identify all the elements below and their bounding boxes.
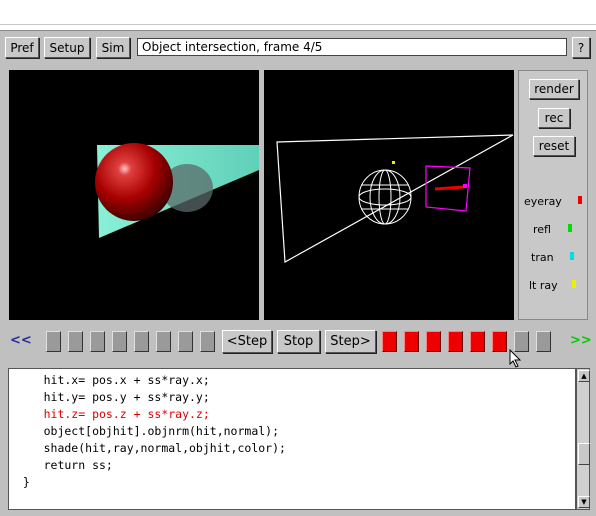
legend-label-refl: refl [533, 223, 551, 236]
eye-point [463, 184, 467, 188]
legend-swatch-lt-ray [572, 280, 576, 288]
rewind-icon[interactable]: << [10, 333, 32, 348]
rec-button[interactable]: rec [538, 108, 570, 128]
frame-marker[interactable] [90, 331, 105, 352]
legend-label-lt-ray: lt ray [529, 279, 558, 292]
code-line: hit.y= pos.y + ss*ray.y; [9, 390, 210, 404]
wireframe-sphere [358, 169, 412, 225]
rendered-scene [95, 143, 259, 238]
legend-swatch-tran [570, 252, 574, 260]
render-button[interactable]: render [529, 79, 579, 99]
frame-marker[interactable] [68, 331, 83, 352]
code-text: hit.x= pos.x + ss*ray.x; hit.y= pos.y + … [9, 372, 286, 491]
scroll-down-icon[interactable]: ▼ [578, 496, 590, 508]
frame-marker[interactable] [134, 331, 149, 352]
frame-marker[interactable] [200, 331, 215, 352]
code-line: return ss; [9, 458, 113, 472]
rendered-view[interactable] [9, 70, 259, 320]
frame-marker-active[interactable] [470, 331, 485, 352]
scroll-thumb[interactable] [578, 443, 590, 465]
frame-marker[interactable] [156, 331, 171, 352]
stop-button[interactable]: Stop [277, 330, 320, 353]
code-line: shade(hit,ray,normal,objhit,color); [9, 441, 286, 455]
red-sphere [95, 143, 173, 221]
frame-marker-active[interactable] [426, 331, 441, 352]
code-line: } [9, 475, 30, 489]
code-line: object[objhit].objnrm(hit,normal); [9, 424, 280, 438]
wireframe-scene [276, 134, 514, 263]
frame-marker-active[interactable] [382, 331, 397, 352]
legend-swatch-refl [568, 224, 572, 232]
frame-marker-active[interactable] [404, 331, 419, 352]
frame-marker[interactable] [536, 331, 551, 352]
frame-marker-active[interactable] [448, 331, 463, 352]
view-frustum [276, 134, 514, 263]
eye-ray [434, 185, 465, 191]
setup-button[interactable]: Setup [44, 37, 90, 58]
legend-label-tran: tran [531, 251, 554, 264]
legend-label-eyeray: eyeray [524, 195, 562, 208]
title-field: Object intersection, frame 4/5 [137, 38, 567, 56]
wireframe-view[interactable] [264, 70, 514, 320]
reset-button[interactable]: reset [533, 136, 575, 156]
frame-marker-active[interactable] [492, 331, 507, 352]
frame-marker[interactable] [112, 331, 127, 352]
frame-marker[interactable] [46, 331, 61, 352]
help-button[interactable]: ? [572, 37, 590, 58]
mouse-cursor-icon [509, 349, 522, 368]
scroll-up-icon[interactable]: ▲ [578, 370, 590, 382]
top-strip [0, 0, 596, 31]
frame-marker[interactable] [178, 331, 193, 352]
step-forward-button[interactable]: Step> [325, 330, 376, 353]
code-line: hit.x= pos.x + ss*ray.x; [9, 373, 210, 387]
sim-button[interactable]: Sim [96, 37, 130, 58]
code-line-highlighted: hit.z= pos.z + ss*ray.z; [9, 407, 210, 421]
light-source [392, 161, 395, 164]
code-scrollbar[interactable]: ▲ ▼ [576, 368, 590, 510]
legend-swatch-eyeray [578, 196, 582, 204]
app-window: Pref Setup Sim Object intersection, fram… [0, 0, 596, 516]
step-back-button[interactable]: <Step [222, 330, 272, 353]
divider [0, 24, 596, 25]
code-editor[interactable]: hit.x= pos.x + ss*ray.x; hit.y= pos.y + … [8, 368, 576, 510]
fast-forward-icon[interactable]: >> [570, 333, 592, 348]
pref-button[interactable]: Pref [5, 37, 39, 58]
